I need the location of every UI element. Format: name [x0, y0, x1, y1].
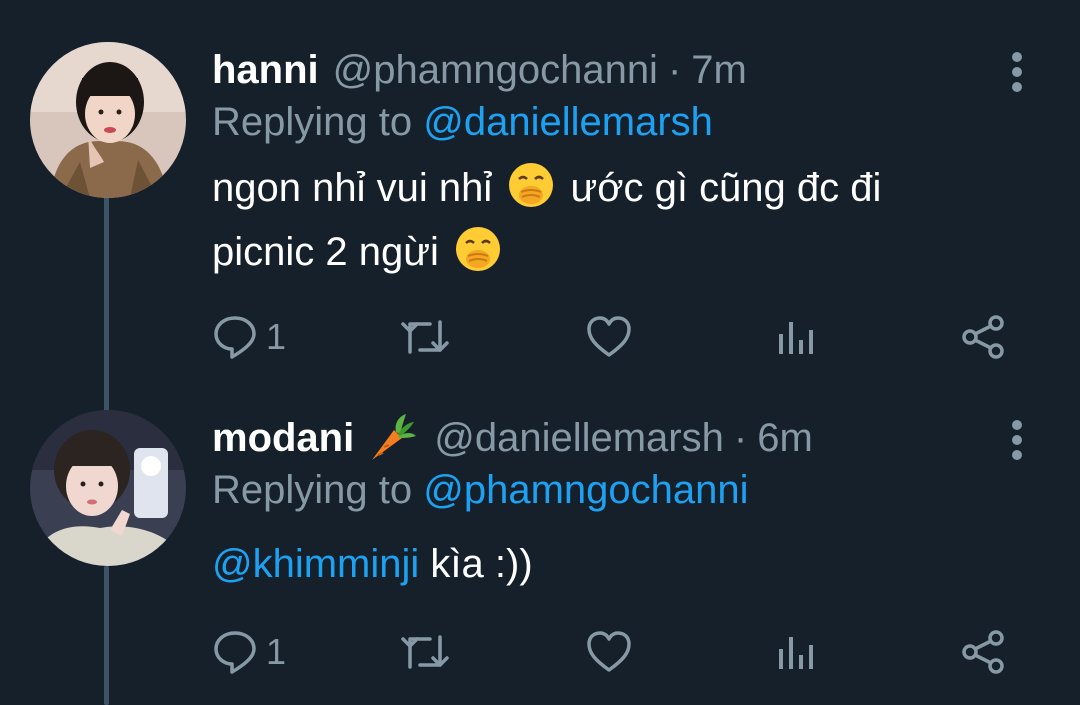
- analytics-button[interactable]: [777, 307, 817, 367]
- display-name[interactable]: modani: [212, 410, 354, 466]
- avatar[interactable]: [30, 410, 186, 566]
- tweet-text-part: ước gì cũng đc đi: [570, 166, 882, 210]
- separator-dot: ·: [733, 416, 748, 460]
- analytics-icon: [779, 637, 813, 669]
- more-options-icon[interactable]: [1000, 48, 1034, 96]
- like-button[interactable]: [585, 622, 633, 682]
- mention-link[interactable]: @khimminji: [212, 542, 419, 586]
- replying-to: Replying to @phamngochanni: [212, 462, 749, 518]
- tweet-modani[interactable]: modani @daniellemarsh · 6m Replying to @…: [0, 410, 1080, 705]
- tweet-hanni[interactable]: hanni @phamngochanni · 7m Replying to @d…: [0, 42, 1080, 372]
- tweet-text-part: ngon nhỉ vui nhỉ: [212, 166, 493, 210]
- retweet-button[interactable]: [400, 622, 450, 682]
- reply-button[interactable]: 1: [212, 307, 286, 367]
- retweet-icon: [401, 320, 449, 354]
- replying-to-label: Replying to: [212, 468, 413, 512]
- reply-icon: [214, 631, 256, 674]
- tweet-text-part: picnic 2 ngừi: [212, 230, 439, 274]
- replying-to-mention[interactable]: @daniellemarsh: [423, 100, 713, 144]
- like-button[interactable]: [585, 307, 633, 367]
- like-icon: [587, 316, 631, 357]
- display-name[interactable]: hanni: [212, 42, 319, 98]
- share-icon: [962, 630, 1004, 674]
- reply-icon: [214, 316, 256, 359]
- replying-to: Replying to @daniellemarsh: [212, 94, 713, 150]
- timeline: hanni @phamngochanni · 7m Replying to @d…: [0, 0, 1080, 705]
- separator-dot: ·: [667, 48, 682, 92]
- tweet-text: @khimminji kìa :)): [212, 532, 1032, 596]
- face-with-hand-over-mouth-icon: [454, 225, 502, 273]
- share-button[interactable]: [960, 307, 1006, 367]
- retweet-icon: [401, 635, 449, 669]
- tweet-header: modani @daniellemarsh · 6m: [212, 410, 813, 466]
- more-options-icon[interactable]: [1000, 416, 1034, 464]
- retweet-button[interactable]: [400, 307, 450, 367]
- analytics-button[interactable]: [777, 622, 817, 682]
- analytics-icon: [779, 322, 813, 354]
- tweet-actions: 1: [212, 622, 1032, 682]
- tweet-actions: 1: [212, 307, 1032, 367]
- face-with-hand-over-mouth-icon: [507, 161, 555, 209]
- tweet-header: hanni @phamngochanni · 7m: [212, 42, 747, 98]
- replying-to-label: Replying to: [212, 100, 413, 144]
- carrot-icon: [364, 410, 420, 466]
- like-icon: [587, 631, 631, 672]
- tweet-text-part: kìa :)): [430, 542, 533, 586]
- reply-count: 1: [266, 631, 287, 672]
- share-button[interactable]: [960, 622, 1006, 682]
- replying-to-mention[interactable]: @phamngochanni: [423, 468, 748, 512]
- avatar[interactable]: [30, 42, 186, 198]
- user-handle[interactable]: @daniellemarsh: [434, 410, 724, 466]
- share-icon: [962, 315, 1004, 359]
- reply-button[interactable]: 1: [212, 622, 286, 682]
- tweet-text: ngon nhỉ vui nhỉ ước gì cũng đc đi picni…: [212, 156, 1032, 284]
- user-handle[interactable]: @phamngochanni: [333, 42, 658, 98]
- timestamp[interactable]: 7m: [691, 42, 747, 98]
- timestamp[interactable]: 6m: [757, 410, 813, 466]
- reply-count: 1: [266, 316, 287, 357]
